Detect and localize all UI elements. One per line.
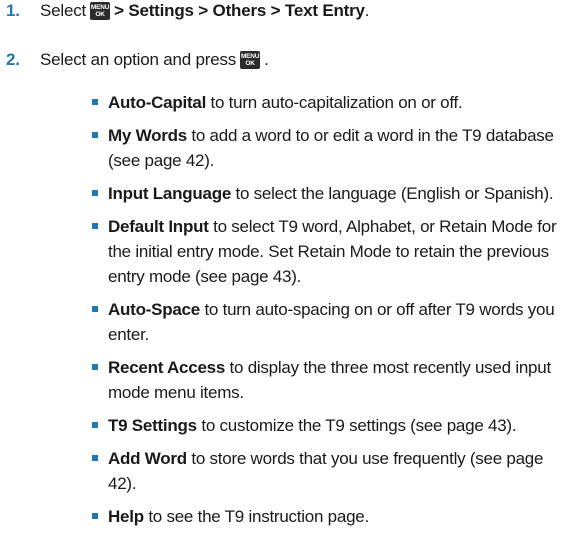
option-term: Help — [108, 507, 144, 526]
step-prefix: Select — [40, 1, 87, 20]
bullet-square-icon — [92, 132, 98, 138]
bullet-square-icon — [92, 364, 98, 370]
bullet-square-icon — [92, 422, 98, 428]
bullet-square-icon — [92, 223, 98, 229]
list-item: Default Input to select T9 word, Alphabe… — [92, 214, 566, 289]
option-term: Auto-Space — [108, 300, 200, 319]
step-suffix: . — [364, 1, 370, 20]
option-term: Default Input — [108, 217, 209, 236]
list-item: My Words to add a word to or edit a word… — [92, 123, 566, 173]
step-text: Select MENU OK > Settings > Others > Tex… — [40, 0, 370, 22]
step-2: 2. Select an option and press MENU OK . — [6, 49, 269, 71]
list-item: Auto-Space to turn auto-spacing on or of… — [92, 297, 566, 347]
option-description: to turn auto-capitalization on or off. — [206, 93, 463, 112]
option-term: My Words — [108, 126, 187, 145]
list-item: Add Word to store words that you use fre… — [92, 446, 566, 496]
step-number: 2. — [6, 50, 20, 69]
option-description: to customize the T9 settings (see page 4… — [196, 416, 517, 435]
option-description: to select the language (English or Spani… — [231, 184, 554, 203]
bullet-square-icon — [92, 306, 98, 312]
menu-ok-key-icon: MENU OK — [90, 2, 111, 20]
step-suffix: . — [264, 50, 269, 69]
step-instruction: Select an option and press — [40, 50, 237, 69]
list-item: Recent Access to display the three most … — [92, 355, 566, 405]
step-text: Select an option and press MENU OK . — [40, 49, 269, 71]
step-number: 1. — [6, 1, 20, 20]
option-description: to see the T9 instruction page. — [143, 507, 369, 526]
bullet-square-icon — [92, 455, 98, 461]
option-term: Auto-Capital — [108, 93, 207, 112]
menu-path: > Settings > Others > Text Entry — [114, 1, 365, 20]
option-term: Input Language — [108, 184, 232, 203]
menu-ok-key-icon: MENU OK — [240, 51, 261, 69]
step-1: 1. Select MENU OK > Settings > Others > … — [6, 0, 370, 22]
option-list: Auto-Capital to turn auto-capitalization… — [92, 90, 566, 537]
list-item: Auto-Capital to turn auto-capitalization… — [92, 90, 566, 115]
list-item: Input Language to select the language (E… — [92, 181, 566, 206]
list-item: T9 Settings to customize the T9 settings… — [92, 413, 566, 438]
option-term: Recent Access — [108, 358, 226, 377]
option-term: Add Word — [108, 449, 187, 468]
bullet-square-icon — [92, 190, 98, 196]
instruction-page: 1. Select MENU OK > Settings > Others > … — [0, 0, 576, 526]
option-term: T9 Settings — [108, 416, 197, 435]
bullet-square-icon — [92, 99, 98, 105]
bullet-square-icon — [92, 513, 98, 519]
